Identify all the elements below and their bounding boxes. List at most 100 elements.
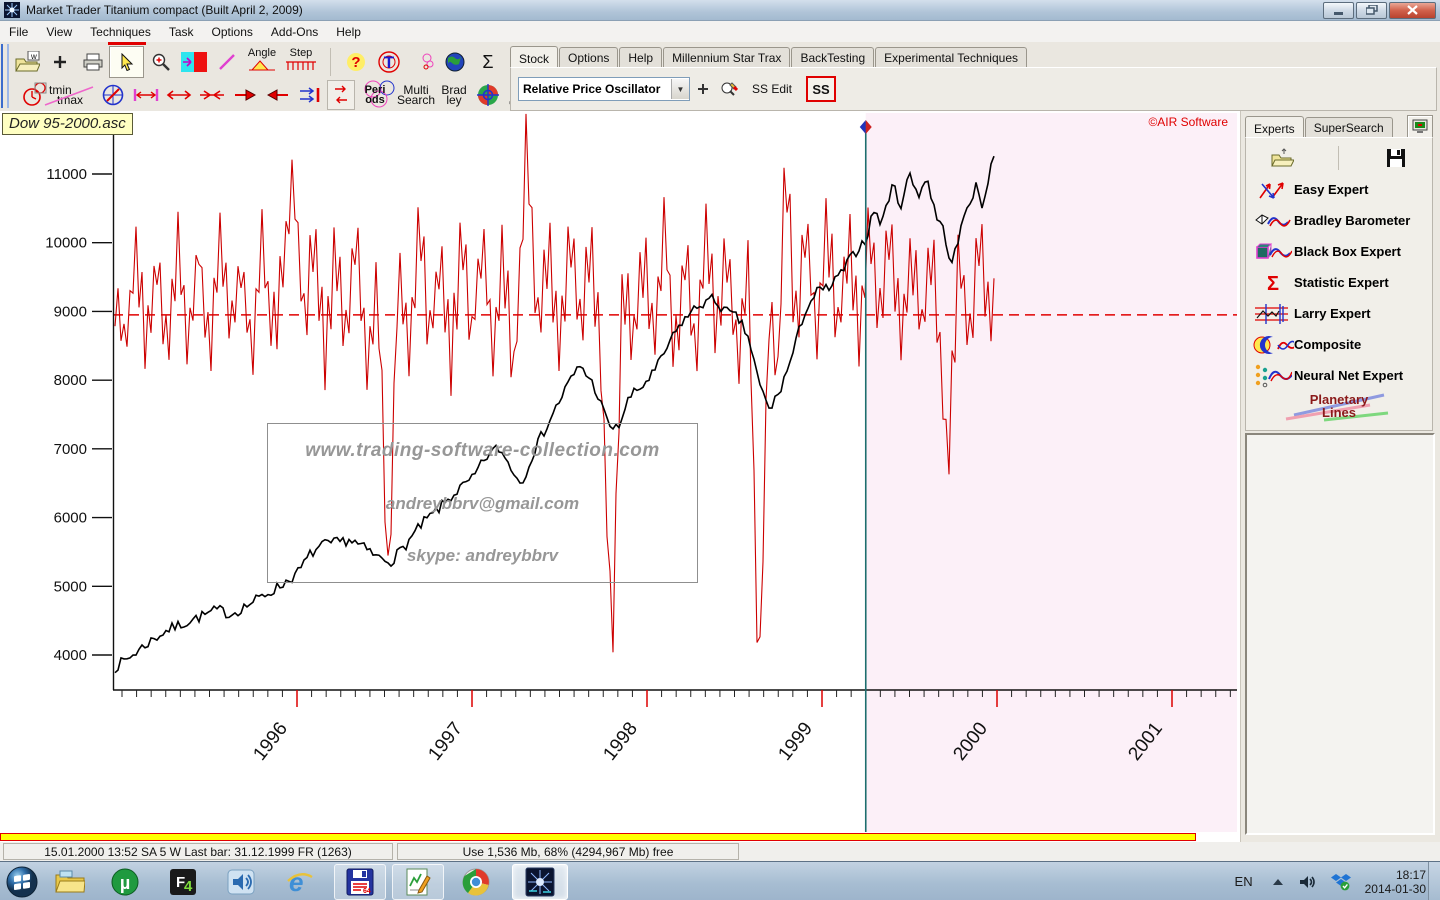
system-tray: EN 18:17 2014-01-30: [1235, 862, 1426, 900]
tab-help[interactable]: Help: [619, 47, 662, 67]
language-indicator[interactable]: EN: [1235, 874, 1253, 889]
taskbar-ie-button[interactable]: e: [270, 865, 330, 899]
expert-item-larry[interactable]: Larry Expert: [1246, 298, 1432, 329]
chart-area[interactable]: 4000500060007000800090001000011000199619…: [0, 111, 1240, 842]
taskbar-explorer-button[interactable]: [44, 865, 96, 899]
menu-addons[interactable]: Add-Ons: [262, 22, 327, 42]
expert-item-composite[interactable]: Composite: [1246, 329, 1432, 360]
time-range-button[interactable]: tmin tmax: [10, 80, 96, 110]
combo-dropdown-arrow[interactable]: ▼: [671, 79, 689, 99]
fit-range-button[interactable]: [129, 80, 162, 110]
experts-list-box: Easy Expert Bradley Barometer Black Box …: [1245, 137, 1433, 431]
scroll-right-button[interactable]: [228, 80, 261, 110]
taskbar-volume-app-button[interactable]: [212, 865, 270, 899]
dropbox-icon[interactable]: [1331, 873, 1351, 891]
minimize-button[interactable]: [1323, 2, 1354, 19]
tab-stock[interactable]: Stock: [510, 46, 558, 68]
oscillator-select[interactable]: Relative Price Oscillator ▼: [518, 77, 690, 101]
taskbar-market-trader-button[interactable]: [512, 864, 568, 900]
tab-millennium-star-trax[interactable]: Millennium Star Trax: [663, 47, 790, 67]
menu-task[interactable]: Task: [160, 22, 203, 42]
svg-text:Σ: Σ: [1267, 273, 1279, 294]
help-tool-button[interactable]: ?: [339, 47, 372, 77]
astro-cycles-button[interactable]: [405, 47, 438, 77]
menu-techniques[interactable]: Techniques: [81, 22, 160, 42]
expand-range-button[interactable]: [162, 80, 195, 110]
expert-item-neural[interactable]: Neural Net Expert: [1246, 360, 1432, 391]
tray-volume-icon[interactable]: [1299, 874, 1317, 890]
zoom-tool-button[interactable]: [144, 47, 177, 77]
composite-icon: [1252, 333, 1294, 357]
menu-help[interactable]: Help: [327, 22, 370, 42]
expert-item-planetary-lines[interactable]: Planetary Lines: [1246, 393, 1432, 419]
line-tool-button[interactable]: [210, 47, 243, 77]
tab-options[interactable]: Options: [559, 47, 618, 67]
periods-button[interactable]: Peri ods: [355, 80, 395, 110]
add-button[interactable]: [43, 47, 76, 77]
scroll-left-button[interactable]: [261, 80, 294, 110]
volume-app-icon: [227, 869, 255, 895]
ss-button[interactable]: SS: [806, 76, 836, 102]
target-button[interactable]: [471, 80, 504, 110]
monitor-button[interactable]: [1407, 115, 1433, 138]
taskbar-fx-app-button[interactable]: F4: [154, 865, 212, 899]
save-expert-button[interactable]: [1379, 143, 1412, 173]
load-expert-button[interactable]: [1266, 143, 1299, 173]
periods-label-2: ods: [365, 95, 386, 105]
close-button[interactable]: [1389, 2, 1436, 19]
monitor-icon: [1412, 119, 1428, 134]
svg-text:1996: 1996: [249, 718, 292, 764]
step-tool-button[interactable]: Step: [281, 47, 321, 77]
edit-search-button[interactable]: [716, 74, 742, 104]
taskbar: µ F4 e 64 EN 18:17 2014: [0, 861, 1440, 900]
go-to-end-button[interactable]: [294, 80, 327, 110]
text-tool-button[interactable]: T: [372, 47, 405, 77]
taskbar-floppy-app-button[interactable]: 64: [334, 864, 386, 900]
expert-item-bradley[interactable]: Bradley Barometer: [1246, 205, 1432, 236]
show-desktop-button[interactable]: [1428, 862, 1440, 900]
block-zones-tool-button[interactable]: [177, 47, 210, 77]
print-button[interactable]: [76, 47, 109, 77]
expert-item-statistic[interactable]: Σ Statistic Expert: [1246, 267, 1432, 298]
chrome-icon: [462, 868, 490, 896]
internet-explorer-icon: e: [285, 868, 315, 896]
globe-button[interactable]: [438, 47, 471, 77]
restore-button[interactable]: [1356, 2, 1387, 19]
clock[interactable]: 18:17 2014-01-30: [1365, 868, 1426, 896]
add-oscillator-button[interactable]: [690, 74, 716, 104]
step-forward-back-buttons[interactable]: [327, 80, 355, 110]
start-button[interactable]: [0, 865, 44, 899]
menu-file[interactable]: File: [0, 22, 37, 42]
svg-text:5000: 5000: [54, 578, 87, 595]
status-bar: 15.01.2000 13:52 SA 5 W Last bar: 31.12.…: [0, 842, 1440, 861]
menu-options[interactable]: Options: [203, 22, 262, 42]
contract-range-button[interactable]: [195, 80, 228, 110]
expert-item-easy[interactable]: Easy Expert: [1246, 174, 1432, 205]
tab-backtesting[interactable]: BackTesting: [791, 47, 874, 67]
sum-button[interactable]: Σ: [471, 47, 504, 77]
black-box-expert-icon: [1252, 241, 1294, 263]
angle-tool-button[interactable]: Angle: [243, 47, 281, 77]
taskbar-chrome-button[interactable]: [448, 865, 504, 899]
ss-edit-label[interactable]: SS Edit: [752, 82, 792, 96]
multi-search-button[interactable]: Multi Search: [395, 80, 437, 110]
svg-text:e: e: [289, 868, 303, 896]
show-hidden-icons-chevron[interactable]: [1271, 877, 1285, 887]
compass-button[interactable]: [96, 80, 129, 110]
taskbar-editor-app-button[interactable]: [392, 864, 444, 900]
open-file-button[interactable]: w: [10, 47, 43, 77]
chart-file-label[interactable]: Dow 95-2000.asc: [2, 113, 133, 135]
expert-item-blackbox[interactable]: Black Box Expert: [1246, 236, 1432, 267]
svg-text:64: 64: [363, 888, 371, 895]
active-tool-indicator: [108, 42, 146, 45]
tab-experts[interactable]: Experts: [1245, 116, 1304, 138]
bradley-button[interactable]: Brad ley: [437, 80, 471, 110]
pointer-tool-button[interactable]: [109, 46, 144, 78]
tab-experimental-techniques[interactable]: Experimental Techniques: [875, 47, 1027, 67]
menu-view[interactable]: View: [37, 22, 81, 42]
svg-text:Σ: Σ: [482, 53, 493, 71]
taskbar-utorrent-button[interactable]: µ: [96, 865, 154, 899]
toolbar-grip[interactable]: [1, 44, 9, 108]
w-badge: w: [30, 52, 37, 61]
tab-supersearch[interactable]: SuperSearch: [1305, 117, 1393, 137]
